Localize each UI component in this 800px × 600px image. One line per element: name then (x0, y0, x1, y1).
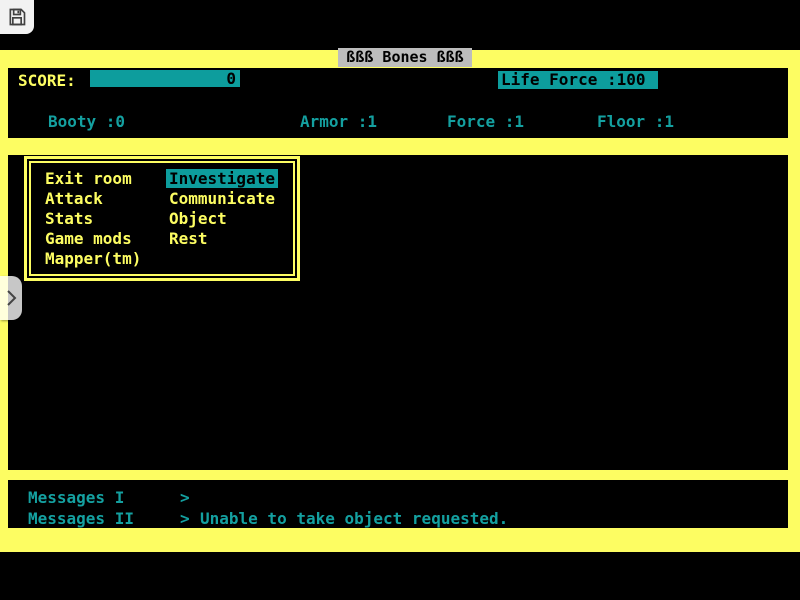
menu-item-mapper[interactable]: Mapper(tm) (45, 249, 169, 269)
message-line-1: Messages I > (8, 488, 788, 508)
page-title: ßßß Bones ßßß (346, 48, 463, 66)
status-panel: SCORE: 0 Life Force :100 Booty :0 Armor … (8, 68, 788, 138)
message-2-label: Messages II (28, 509, 134, 529)
menu-column-left: Exit room Attack Stats Game mods Mapper(… (45, 169, 169, 274)
messages-panel: Messages I > Messages II > Unable to tak… (8, 480, 788, 528)
menu-item-exit-room[interactable]: Exit room (45, 169, 169, 189)
score-value: 0 (226, 69, 240, 88)
game-screen: ßßß Bones ßßß SCORE: 0 Life Force :100 B… (0, 0, 800, 600)
menu-item-object[interactable]: Object (169, 209, 278, 229)
title-bar: ßßß Bones ßßß (338, 48, 472, 67)
menu-inner-border: Exit room Attack Stats Game mods Mapper(… (29, 161, 295, 276)
stat-floor: Floor :1 (597, 113, 674, 131)
menu-item-stats[interactable]: Stats (45, 209, 169, 229)
menu-box: Exit room Attack Stats Game mods Mapper(… (24, 156, 300, 281)
message-1-prompt: > (180, 488, 190, 508)
life-force-badge: Life Force :100 (498, 71, 658, 89)
menu-item-attack[interactable]: Attack (45, 189, 169, 209)
message-2-text: Unable to take object requested. (200, 509, 508, 529)
save-button[interactable] (0, 0, 34, 34)
menu-item-game-mods[interactable]: Game mods (45, 229, 169, 249)
stat-force: Force :1 (447, 113, 524, 131)
floppy-disk-icon (7, 7, 27, 27)
menu-column-right: Investigate Communicate Object Rest (169, 169, 278, 274)
message-2-prompt: > (180, 509, 190, 529)
drawer-handle-button[interactable] (0, 276, 22, 320)
message-1-label: Messages I (28, 488, 124, 508)
stat-armor: Armor :1 (300, 113, 377, 131)
chevron-right-icon (4, 287, 18, 309)
score-bar: 0 (90, 70, 240, 87)
message-line-2: Messages II > Unable to take object requ… (8, 509, 788, 529)
main-panel: Exit room Attack Stats Game mods Mapper(… (8, 155, 788, 470)
score-label: SCORE: (18, 72, 76, 90)
menu-item-investigate-selected[interactable]: Investigate (169, 169, 278, 189)
stat-booty: Booty :0 (48, 113, 125, 131)
menu-item-rest[interactable]: Rest (169, 229, 278, 249)
menu-item-communicate[interactable]: Communicate (169, 189, 278, 209)
